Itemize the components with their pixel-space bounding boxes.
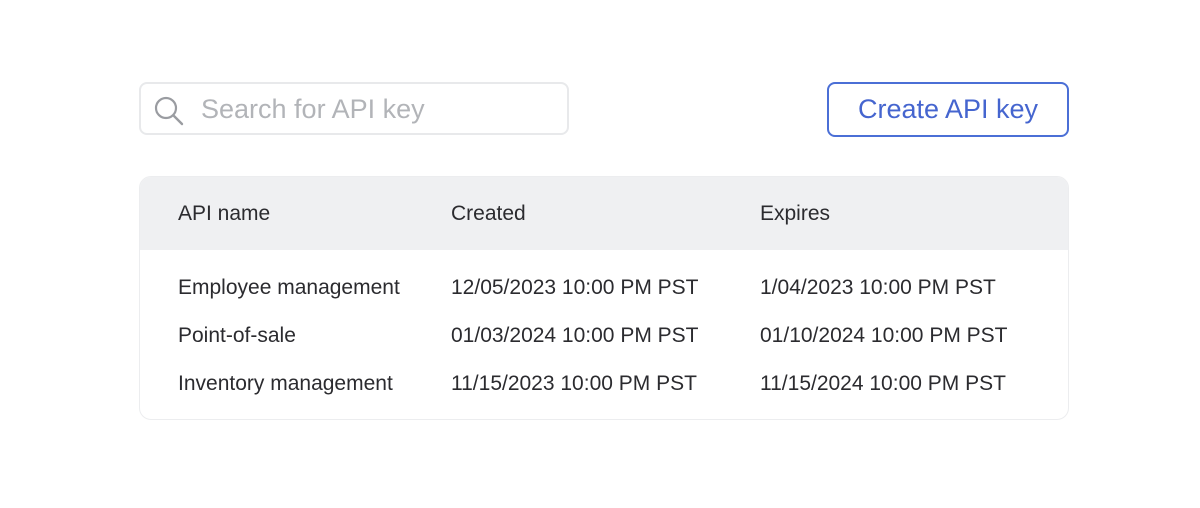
api-name-cell: Inventory management (178, 372, 393, 395)
expires-cell: 11/15/2024 10:00 PM PST (760, 372, 1006, 395)
expires-cell: 01/10/2024 10:00 PM PST (760, 324, 1008, 347)
search-icon (153, 95, 185, 127)
search-input[interactable] (201, 92, 556, 126)
table-row[interactable]: Inventory management 11/15/2023 10:00 PM… (140, 372, 1068, 419)
create-api-key-button[interactable]: Create API key (827, 82, 1069, 137)
table-header: API name Created Expires (140, 177, 1068, 250)
created-cell: 11/15/2023 10:00 PM PST (451, 372, 697, 395)
expires-cell: 1/04/2023 10:00 PM PST (760, 276, 996, 299)
column-header-expires[interactable]: Expires (760, 202, 830, 226)
created-cell: 12/05/2023 10:00 PM PST (451, 276, 699, 299)
column-header-api-name[interactable]: API name (178, 202, 270, 226)
search-box[interactable] (139, 82, 569, 135)
api-keys-table: API name Created Expires Employee manage… (139, 176, 1069, 420)
table-row[interactable]: Point-of-sale 01/03/2024 10:00 PM PST 01… (140, 324, 1068, 372)
column-header-created[interactable]: Created (451, 202, 526, 226)
api-name-cell: Employee management (178, 276, 400, 299)
table-row[interactable]: Employee management 12/05/2023 10:00 PM … (140, 276, 1068, 324)
api-name-cell: Point-of-sale (178, 324, 296, 347)
created-cell: 01/03/2024 10:00 PM PST (451, 324, 699, 347)
